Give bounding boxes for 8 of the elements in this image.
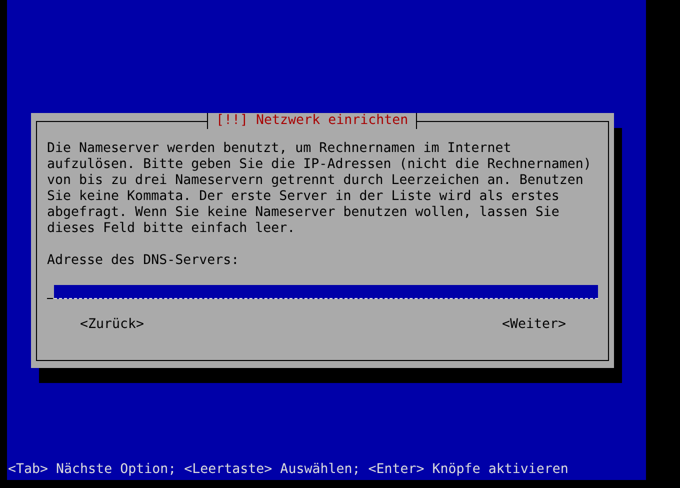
dialog-title: [!!] Netzwerk einrichten — [207, 113, 418, 129]
field-label: Adresse des DNS-Servers: — [47, 253, 240, 269]
dialog-button[interactable]: <Zurück> — [80, 317, 144, 333]
message-text: Die Nameserver werden benutzt, um Rechnernamen im Internet aufzulösen. Bitte geben Sie die IP-Adressen (nicht die Rechnernamen) von bis zu drei Nameservern getrennt durch Leerzeichen an. Benutzen Sie keine Kommata. Der erste Server in der Liste wird als erstes abgefragt. Wenn Sie keine Nameserver benutzen wollen, lassen Sie dieses Feld bitte einfach leer. — [47, 141, 592, 237]
help-bar-text: <Tab> Nächste Option; <Leertaste> Auswählen; <Enter> Knöpfe aktivieren — [7, 462, 570, 478]
text-cursor-icon — [47, 298, 53, 299]
input-field[interactable] — [54, 285, 598, 299]
dialog-button[interactable]: <Weiter> — [502, 317, 566, 333]
